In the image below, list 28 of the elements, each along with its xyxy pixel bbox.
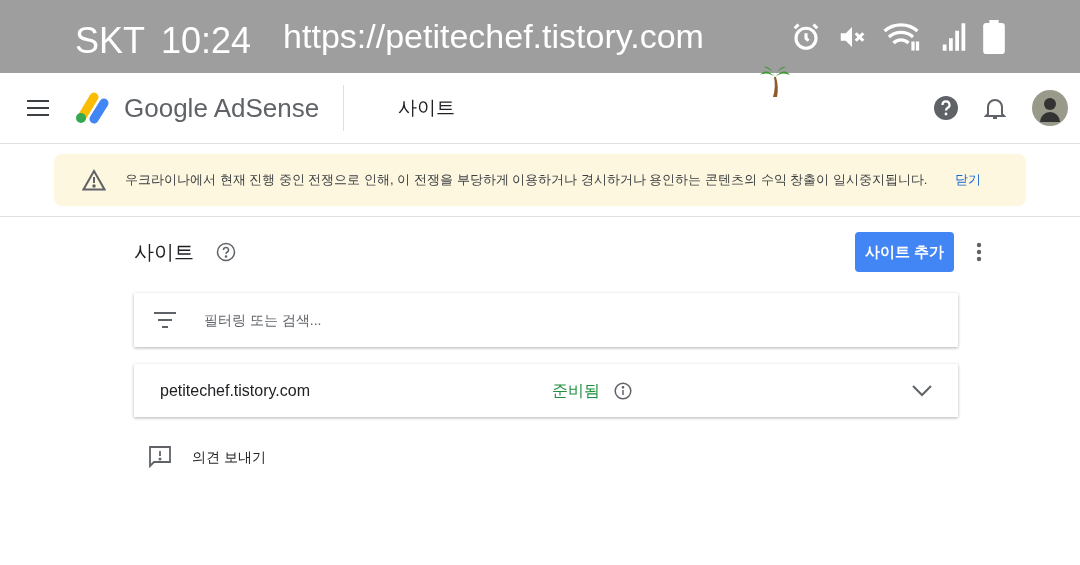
- feedback-icon[interactable]: [148, 445, 172, 469]
- help-icon[interactable]: [216, 242, 236, 262]
- page-title: 사이트: [398, 95, 456, 120]
- battery-icon: [983, 19, 1005, 54]
- warning-icon: [82, 169, 106, 191]
- expand-icon[interactable]: [912, 384, 932, 397]
- add-site-button[interactable]: 사이트 추가: [854, 232, 954, 272]
- product-name: Google AdSense: [124, 91, 320, 125]
- avatar-icon[interactable]: [1032, 90, 1068, 126]
- filter-field[interactable]: 필터링 또는 검색...: [204, 309, 938, 331]
- feedback-link[interactable]: 의견 보내기: [192, 446, 266, 468]
- banner-message: 우크라이나에서 현재 진행 중인 전쟁으로 인해, 이 전쟁을 부당하게 이용하거나 경시하거나 용인하는 콘텐츠의 수익 창출이 일시중지됩니다.: [125, 171, 928, 190]
- alarm-icon: [791, 21, 821, 52]
- signal-icon: [941, 21, 967, 52]
- url-text: https://petitechef.tistory.com: [283, 16, 704, 57]
- site-status: 준비됨: [552, 380, 600, 401]
- palm-tree-icon: [760, 65, 790, 97]
- bell-icon[interactable]: [984, 96, 1006, 120]
- site-domain: petitechef.tistory.com: [160, 380, 311, 401]
- section-title: 사이트: [134, 240, 194, 265]
- more-icon[interactable]: [976, 242, 982, 262]
- site-row[interactable]: petitechef.tistory.com 준비됨: [134, 364, 958, 417]
- filter-icon: [154, 312, 176, 328]
- help-icon[interactable]: [934, 96, 958, 120]
- dismiss-link[interactable]: 닫기: [955, 170, 981, 190]
- carrier-text: SKT: [75, 18, 145, 63]
- info-icon[interactable]: [614, 381, 632, 400]
- clock-text: 10:24: [161, 18, 252, 63]
